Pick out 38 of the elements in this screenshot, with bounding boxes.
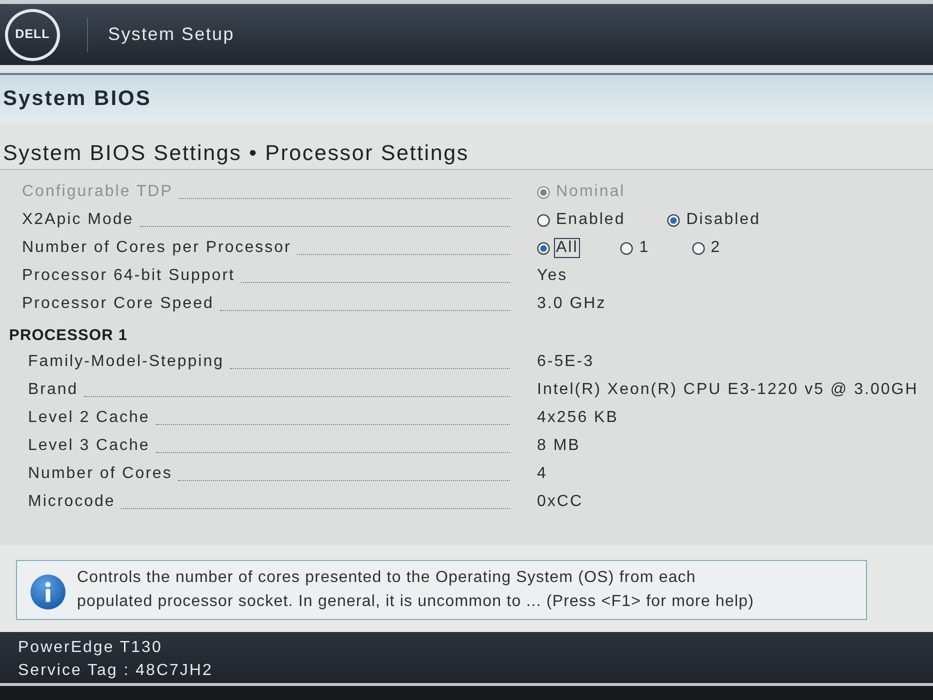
setting-label: Level 2 Cache: [28, 408, 150, 428]
option-label[interactable]: 2: [708, 238, 724, 258]
radio-icon[interactable]: [692, 242, 705, 254]
setting-value: 8 MB: [537, 436, 580, 456]
breadcrumb: System BIOS Settings • Processor Settings: [3, 141, 469, 165]
setting-label: Brand: [28, 380, 78, 400]
section-title: System BIOS: [3, 86, 152, 112]
setting-label: Processor 64-bit Support: [22, 266, 235, 286]
setting-value: 4: [537, 464, 548, 484]
model-name: PowerEdge T130: [18, 639, 162, 656]
setting-label: Number of Cores per Processor: [22, 238, 292, 258]
setting-label: Family-Model-Stepping: [28, 352, 224, 372]
setting-value: 0xCC: [537, 492, 584, 512]
radio-icon[interactable]: [620, 242, 634, 254]
setting-value: 3.0 GHz: [537, 294, 606, 314]
radio-icon[interactable]: [667, 214, 680, 226]
setting-value: Intel(R) Xeon(R) CPU E3-1220 v5 @ 3.00GH: [537, 380, 918, 400]
option-label[interactable]: Disabled: [684, 210, 762, 230]
setting-label: X2Apic Mode: [22, 210, 134, 230]
radio-icon[interactable]: [537, 214, 550, 226]
setting-label: Level 3 Cache: [28, 436, 150, 456]
setting-label: Processor Core Speed: [22, 294, 214, 314]
option-label[interactable]: Enabled: [554, 210, 628, 230]
setting-label: Configurable TDP: [22, 182, 173, 202]
brand-logo: DELL: [5, 8, 60, 60]
service-tag: Service Tag : 48C7JH2: [18, 662, 213, 679]
group-heading: PROCESSOR 1: [9, 326, 128, 346]
setting-value: 4x256 KB: [537, 408, 618, 428]
setting-label: Number of Cores: [28, 464, 172, 484]
setting-value: Yes: [537, 266, 568, 286]
option-label[interactable]: 1: [637, 238, 652, 258]
option-label[interactable]: All: [554, 238, 580, 258]
radio-icon[interactable]: [537, 242, 550, 254]
setting-value: 6-5E-3: [537, 352, 594, 372]
window-title: System Setup: [108, 23, 234, 46]
info-icon: [30, 574, 66, 610]
setting-label: Microcode: [28, 492, 116, 512]
help-text: Controls the number of cores presented to the Operating System (OS) from each populated processor socket. In general, it is uncommon to ... (Press <F1> for more help): [77, 568, 756, 612]
